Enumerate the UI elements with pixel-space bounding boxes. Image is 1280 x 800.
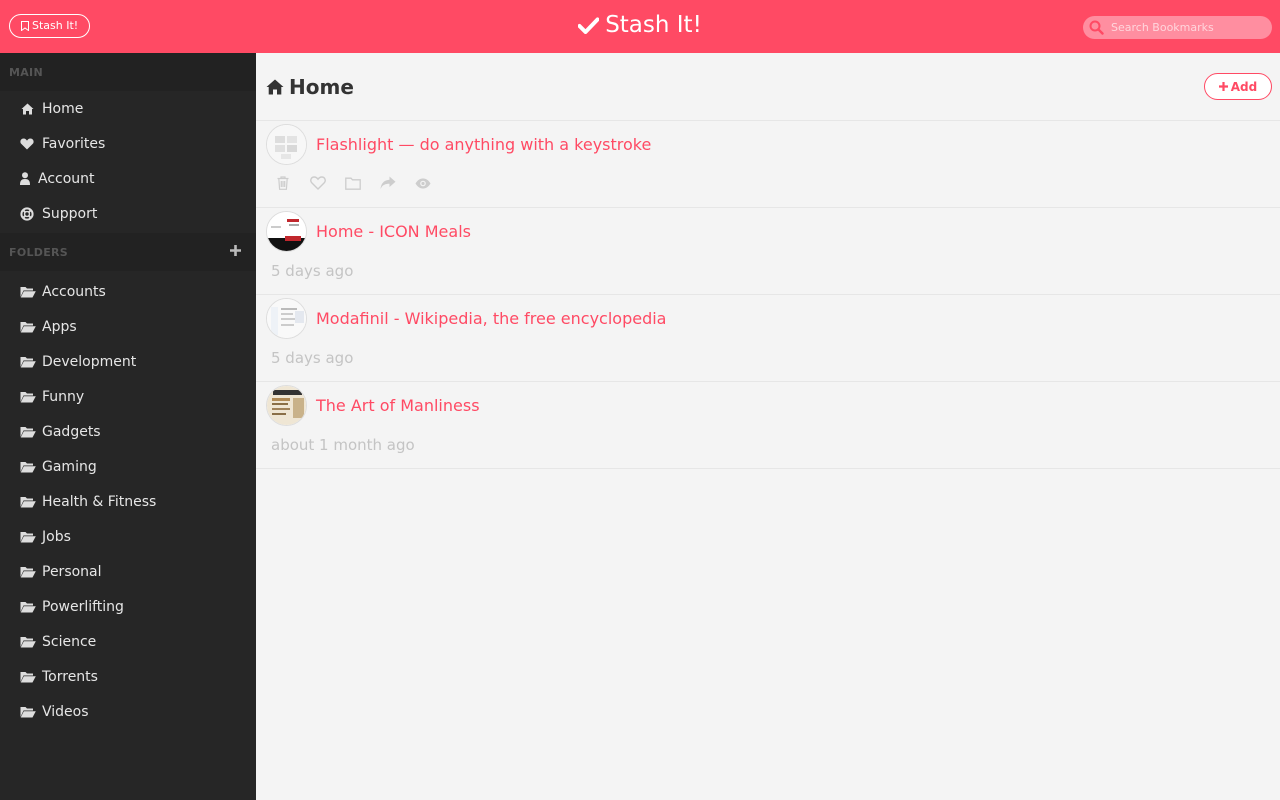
folder-label: Funny <box>42 388 85 405</box>
bookmark-item: Home - ICON Meals 5 days ago <box>256 208 1280 295</box>
sidebar-folder-gadgets[interactable]: Gadgets <box>0 414 256 449</box>
folder-open-icon <box>19 355 36 369</box>
sidebar-item-label: Favorites <box>42 135 106 152</box>
folder-label: Gadgets <box>42 423 101 440</box>
folder-open-icon <box>19 670 36 684</box>
folder-open-icon <box>19 390 36 404</box>
bookmark-title-link[interactable]: Home - ICON Meals <box>316 222 471 241</box>
sidebar-folder-health-fitness[interactable]: Health & Fitness <box>0 484 256 519</box>
sidebar-item-support[interactable]: Support <box>0 196 256 231</box>
bookmark-actions <box>275 175 450 191</box>
share-icon[interactable] <box>380 175 396 191</box>
sidebar-item-home[interactable]: Home <box>0 91 256 126</box>
folder-outline-icon[interactable] <box>345 175 361 191</box>
page-header: Home Add <box>256 53 1280 121</box>
folder-label: Accounts <box>42 283 106 300</box>
bookmark-title-link[interactable]: Modafinil - Wikipedia, the free encyclop… <box>316 309 666 328</box>
folder-open-icon <box>19 425 36 439</box>
folder-label: Apps <box>42 318 77 335</box>
search-icon <box>1089 20 1104 35</box>
folder-label: Videos <box>42 703 89 720</box>
folders-section-heading: FOLDERS <box>0 233 256 271</box>
sidebar-folder-jobs[interactable]: Jobs <box>0 519 256 554</box>
add-bookmark-button[interactable]: Add <box>1204 73 1272 100</box>
add-folder-icon[interactable] <box>229 244 242 257</box>
folder-list: Accounts Apps Development Funny Gadgets … <box>0 271 256 729</box>
brand-title-text: Stash It! <box>605 12 702 38</box>
page-title-text: Home <box>289 75 354 99</box>
life-ring-icon <box>19 206 35 221</box>
sidebar-folder-funny[interactable]: Funny <box>0 379 256 414</box>
search-input[interactable] <box>1111 21 1261 34</box>
folder-label: Powerlifting <box>42 598 124 615</box>
sidebar-folder-powerlifting[interactable]: Powerlifting <box>0 589 256 624</box>
bookmark-thumbnail <box>266 211 307 252</box>
folder-open-icon <box>19 495 36 509</box>
folder-label: Development <box>42 353 137 370</box>
bookmark-timestamp: about 1 month ago <box>271 436 415 454</box>
home-icon <box>266 79 284 95</box>
eye-icon[interactable] <box>415 175 431 191</box>
folder-open-icon <box>19 460 36 474</box>
folder-open-icon <box>19 635 36 649</box>
folder-open-icon <box>19 530 36 544</box>
main-section-heading: MAIN <box>0 53 256 91</box>
folder-label: Torrents <box>42 668 98 685</box>
user-icon <box>19 172 31 186</box>
sidebar-item-account[interactable]: Account <box>0 161 256 196</box>
sidebar-item-label: Home <box>42 100 84 117</box>
sidebar-folder-videos[interactable]: Videos <box>0 694 256 729</box>
main-content: Home Add Flashlight — do anything with a… <box>256 53 1280 800</box>
heart-icon <box>19 137 35 151</box>
checkmark-icon <box>578 17 600 34</box>
folder-open-icon <box>19 600 36 614</box>
page-title: Home <box>266 75 354 99</box>
folder-open-icon <box>19 285 36 299</box>
bookmark-thumbnail <box>266 124 307 165</box>
heart-outline-icon[interactable] <box>310 175 326 191</box>
folder-label: Personal <box>42 563 102 580</box>
bookmark-item: Modafinil - Wikipedia, the free encyclop… <box>256 295 1280 382</box>
bookmark-title-link[interactable]: The Art of Manliness <box>316 396 480 415</box>
bookmark-thumbnail <box>266 298 307 339</box>
sidebar-folder-apps[interactable]: Apps <box>0 309 256 344</box>
bookmark-thumbnail <box>266 385 307 426</box>
folder-label: Health & Fitness <box>42 493 157 510</box>
folders-heading-label: FOLDERS <box>9 245 69 259</box>
sidebar-folder-accounts[interactable]: Accounts <box>0 274 256 309</box>
folder-label: Science <box>42 633 97 650</box>
folder-open-icon <box>19 320 36 334</box>
folder-open-icon <box>19 565 36 579</box>
search-box[interactable] <box>1083 16 1272 39</box>
sidebar-folder-torrents[interactable]: Torrents <box>0 659 256 694</box>
bookmark-timestamp: 5 days ago <box>271 349 354 367</box>
sidebar-folder-development[interactable]: Development <box>0 344 256 379</box>
sidebar-folder-gaming[interactable]: Gaming <box>0 449 256 484</box>
sidebar: MAIN Home Favorites Account Support FOLD… <box>0 53 256 800</box>
add-button-label: Add <box>1230 79 1258 94</box>
sidebar-folder-personal[interactable]: Personal <box>0 554 256 589</box>
bookmark-item: The Art of Manliness about 1 month ago <box>256 382 1280 469</box>
bookmark-item: Flashlight — do anything with a keystrok… <box>256 121 1280 208</box>
top-bar: Stash It! Stash It! <box>0 0 1280 53</box>
folder-label: Gaming <box>42 458 97 475</box>
sidebar-item-favorites[interactable]: Favorites <box>0 126 256 161</box>
bookmark-title-link[interactable]: Flashlight — do anything with a keystrok… <box>316 135 651 154</box>
folder-open-icon <box>19 705 36 719</box>
folder-label: Jobs <box>42 528 71 545</box>
sidebar-folder-science[interactable]: Science <box>0 624 256 659</box>
home-icon <box>19 102 35 116</box>
trash-icon[interactable] <box>275 175 291 191</box>
plus-icon <box>1218 82 1228 91</box>
main-nav: Home Favorites Account Support <box>0 91 256 233</box>
sidebar-item-label: Support <box>42 205 98 222</box>
bookmark-timestamp: 5 days ago <box>271 262 354 280</box>
main-heading-label: MAIN <box>9 65 43 79</box>
sidebar-item-label: Account <box>38 170 95 187</box>
